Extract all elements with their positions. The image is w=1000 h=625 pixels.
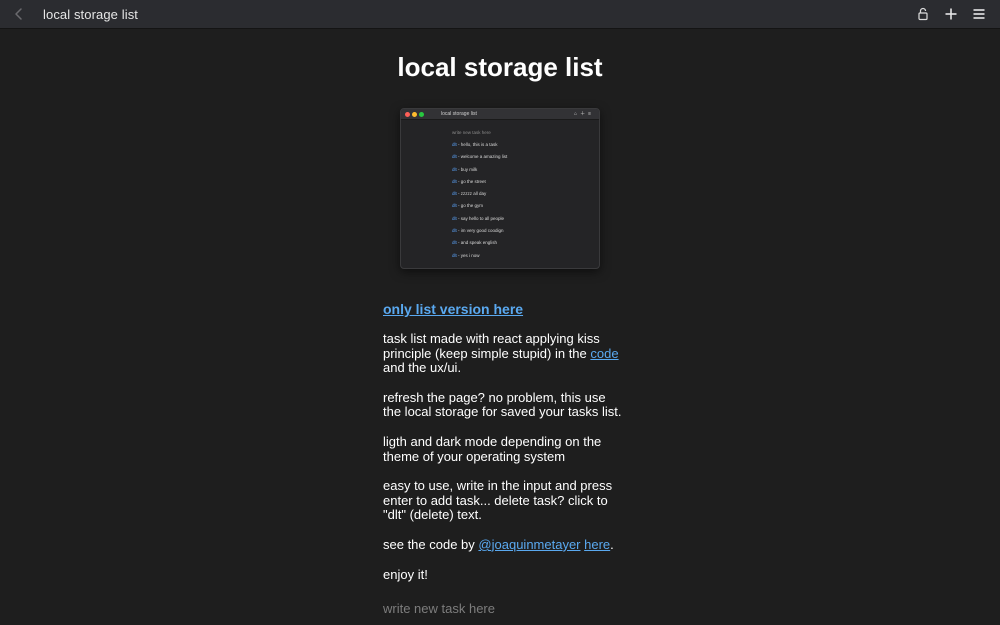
paragraph-source-end: . bbox=[610, 536, 614, 552]
preview-close-dot bbox=[405, 112, 410, 117]
preview-item-text: yes i now bbox=[460, 252, 480, 258]
preview-delete-link: dlt bbox=[452, 191, 457, 197]
code-link[interactable]: code bbox=[590, 346, 618, 361]
preview-item-text: go the street bbox=[460, 178, 486, 184]
preview-delete-link: dlt bbox=[452, 228, 457, 234]
preview-item-text: hello, this is a task bbox=[460, 142, 498, 147]
paragraph-enjoy: enjoy it! bbox=[383, 566, 428, 582]
preview-delete-link: dlt bbox=[452, 142, 457, 147]
back-button[interactable] bbox=[10, 5, 28, 23]
preview-delete-link: dlt bbox=[452, 178, 457, 184]
here-link[interactable]: here bbox=[584, 537, 610, 552]
preview-item-text: say hello to all people bbox=[460, 215, 505, 221]
plus-icon bbox=[945, 8, 957, 20]
author-link[interactable]: @joaquinmetayer bbox=[478, 537, 580, 552]
preview-delete-link: dlt bbox=[452, 215, 457, 221]
preview-item-text: and speak english bbox=[460, 240, 498, 246]
page-title: local storage list bbox=[397, 52, 603, 82]
app-preview-screenshot: local storage list ⌂＋≡ write new task he… bbox=[400, 108, 600, 269]
preview-delete-link: dlt bbox=[452, 154, 457, 160]
paragraph-kiss-text: task list made with react applying kiss … bbox=[383, 331, 600, 361]
preview-item-text: im very good coodign bbox=[460, 228, 504, 234]
title-bar: local storage list bbox=[0, 0, 1000, 29]
paragraph-theme: ligth and dark mode depending on the the… bbox=[383, 433, 602, 464]
preview-list-item: dlt - hello, this is a task bbox=[452, 142, 498, 147]
preview-list-item: dlt - welcome a amazing list bbox=[452, 154, 508, 160]
add-button[interactable] bbox=[942, 5, 960, 23]
chevron-left-icon bbox=[15, 8, 22, 20]
new-task-input[interactable] bbox=[383, 598, 623, 618]
paragraph-local-storage: refresh the page? no problem, this use t… bbox=[383, 389, 622, 420]
only-list-version-link[interactable]: only list version here bbox=[383, 301, 623, 317]
preview-delete-link: dlt bbox=[452, 166, 457, 172]
preview-title: local storage list bbox=[441, 111, 477, 117]
preview-item-text: zzzzz all day bbox=[460, 191, 487, 197]
preview-delete-link: dlt bbox=[452, 203, 457, 209]
menu-button[interactable] bbox=[970, 5, 988, 23]
paragraph-source: see the code by @joaquinmetayer here. bbox=[383, 536, 623, 553]
window-title: local storage list bbox=[43, 7, 139, 22]
preview-title-bar: local storage list ⌂＋≡ bbox=[401, 109, 599, 120]
hamburger-menu-icon bbox=[973, 9, 985, 19]
page-content: local storage list local storage list ⌂＋… bbox=[0, 29, 1000, 625]
lock-button[interactable] bbox=[914, 5, 932, 23]
preview-task-list: dlt - hello, this is a task dlt - welcome… bbox=[452, 142, 507, 265]
preview-list-item: dlt - zzzzz all day bbox=[452, 191, 487, 197]
preview-list-item: dlt - im very good coodign bbox=[452, 228, 504, 234]
preview-maximize-dot bbox=[419, 112, 424, 117]
paragraph-kiss: task list made with react applying kiss … bbox=[383, 331, 623, 376]
paragraph-kiss-end: and the ux/ui. bbox=[383, 360, 462, 376]
preview-list-item: dlt - buy milk bbox=[452, 166, 478, 172]
preview-item-text: welcome a amazing list bbox=[460, 154, 508, 160]
preview-list-item: dlt - yes i now bbox=[452, 252, 480, 258]
preview-list-item: dlt - go the street bbox=[452, 178, 486, 184]
preview-list-item: dlt - say hello to all people bbox=[452, 215, 505, 221]
preview-item-text: go the gym bbox=[460, 203, 484, 209]
preview-list-item: dlt - go the gym bbox=[452, 203, 484, 209]
paragraph-source-text: see the code by bbox=[383, 536, 475, 552]
paragraph-usage: easy to use, write in the input and pres… bbox=[383, 478, 613, 523]
preview-delete-link: dlt bbox=[452, 252, 457, 258]
preview-delete-link: dlt bbox=[452, 240, 457, 246]
description: only list version here task list made wi… bbox=[383, 301, 623, 597]
preview-item-text: buy milk bbox=[460, 166, 478, 172]
lock-icon bbox=[918, 7, 928, 21]
preview-minimize-dot bbox=[412, 112, 417, 117]
preview-list-item: dlt - and speak english bbox=[452, 240, 498, 246]
preview-task-input: write new task here bbox=[452, 130, 491, 135]
preview-toolbar-icons: ⌂＋≡ bbox=[574, 111, 594, 117]
